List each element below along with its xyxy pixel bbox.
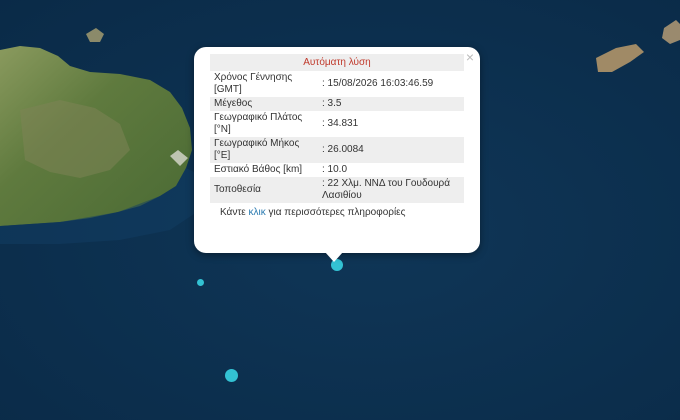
magnitude-value: : 3.5 (318, 97, 464, 111)
latitude-label: Γεωγραφικό Πλάτος [°N] (214, 112, 303, 135)
origin-time-value: : 15/08/2026 16:03:46.59 (322, 78, 434, 89)
table-row: Εστιακό Βάθος [km] : 10.0 (210, 163, 464, 177)
more-info-line: Κάντε κλικ για περισσότερες πληροφορίες (210, 207, 464, 218)
earthquake-marker-small[interactable] (197, 279, 204, 286)
longitude-value: : 26.0084 (318, 137, 464, 163)
depth-label: Εστιακό Βάθος [km] (214, 164, 303, 175)
table-row: Τοποθεσία : 22 Χλμ. ΝΝΔ του Γουδουρά Λασ… (210, 177, 464, 203)
latitude-value: : 34.831 (322, 118, 359, 129)
info-table: Χρόνος Γέννησης [GMT] : 15/08/2026 16:03… (210, 71, 464, 203)
longitude-label: Γεωγραφικό Μήκος [°E] (210, 137, 318, 163)
earthquake-marker-large[interactable] (225, 369, 238, 382)
more-info-link[interactable]: κλικ (249, 207, 266, 218)
popup-title: Αυτόματη λύση (210, 54, 464, 71)
table-row: Μέγεθος : 3.5 (210, 97, 464, 111)
more-suffix: για περισσότερες πληροφορίες (265, 207, 406, 218)
location-value: : 22 Χλμ. ΝΝΔ του Γουδουρά Λασιθίου (318, 177, 464, 203)
earthquake-popup: × Αυτόματη λύση Χρόνος Γέννησης [GMT] : … (194, 47, 480, 262)
table-row: Γεωγραφικό Μήκος [°E] : 26.0084 (210, 137, 464, 163)
close-icon[interactable]: × (466, 49, 474, 65)
more-prefix: Κάντε (220, 207, 249, 218)
magnitude-label: Μέγεθος (210, 97, 318, 111)
depth-value: : 10.0 (322, 164, 348, 175)
table-row: Χρόνος Γέννησης [GMT] : 15/08/2026 16:03… (210, 71, 464, 97)
location-label: Τοποθεσία (210, 177, 318, 203)
table-row: Γεωγραφικό Πλάτος [°N] : 34.831 (210, 111, 464, 137)
origin-time-label: Χρόνος Γέννησης [GMT] (214, 72, 293, 95)
